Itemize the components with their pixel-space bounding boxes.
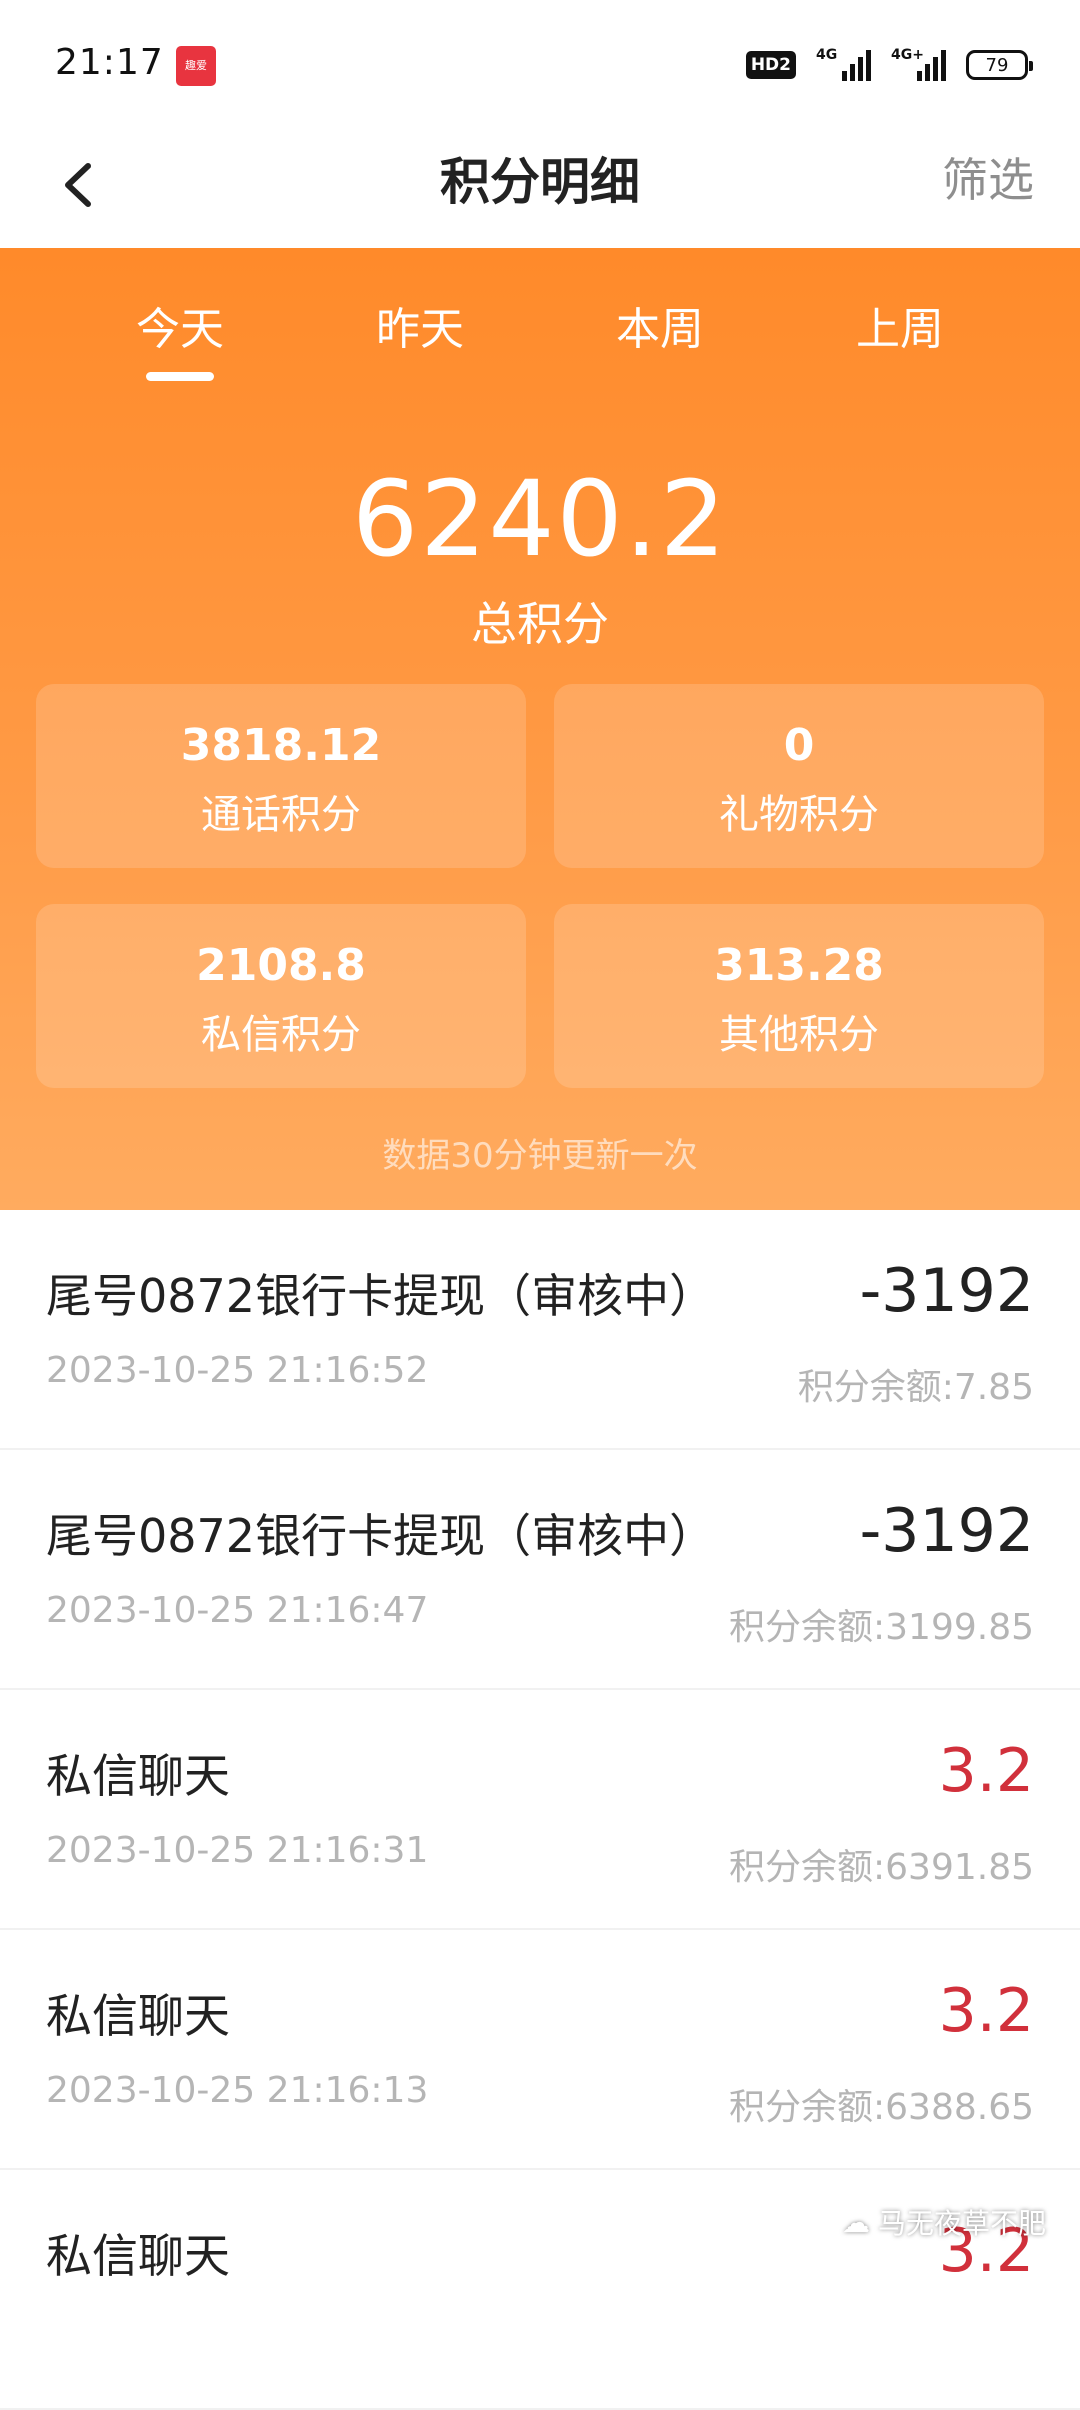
- record-amount: -3192: [860, 1256, 1034, 1326]
- update-note: 数据30分钟更新一次: [0, 1128, 1080, 1177]
- record-balance: 积分余额:6391.85: [729, 1838, 1034, 1890]
- total-points-value: 6240.2: [0, 458, 1080, 580]
- call-points-label: 通话积分: [36, 782, 526, 840]
- status-time: 21:17: [55, 42, 164, 83]
- record-amount: -3192: [860, 1496, 1034, 1566]
- signal-label: 4G: [816, 47, 837, 63]
- nav-bar: 积分明细 筛选: [0, 130, 1080, 248]
- record-time: 2023-10-25 21:16:13: [46, 2070, 428, 2111]
- record-title: 私信聊天: [46, 2220, 230, 2286]
- list-item[interactable]: 私信聊天 3.2 2023-10-25 21:16:13 积分余额:6388.6…: [0, 1930, 1080, 2170]
- list-item[interactable]: 私信聊天 3.2 2023-10-25 21:16:31 积分余额:6391.8…: [0, 1690, 1080, 1930]
- gift-points-card[interactable]: 0 礼物积分: [554, 684, 1044, 868]
- signal-icon: 4G: [816, 49, 871, 81]
- battery-level: 79: [986, 55, 1009, 76]
- message-points-card[interactable]: 2108.8 私信积分: [36, 904, 526, 1088]
- record-time: 2023-10-25 21:16:31: [46, 1830, 428, 1871]
- tab-today[interactable]: 今天: [80, 293, 280, 383]
- record-amount: 3.2: [939, 1976, 1034, 2046]
- record-title: 私信聊天: [46, 1740, 230, 1806]
- tab-last-week[interactable]: 上周: [800, 293, 1000, 383]
- battery-icon: 79: [966, 50, 1028, 80]
- tab-yesterday[interactable]: 昨天: [320, 293, 520, 383]
- other-points-card[interactable]: 313.28 其他积分: [554, 904, 1044, 1088]
- signal-icon-secondary: 4G+: [891, 49, 946, 81]
- period-tabs: 今天 昨天 本周 上周: [0, 293, 1080, 383]
- list-item[interactable]: 尾号0872银行卡提现（审核中） -3192 2023-10-25 21:16:…: [0, 1450, 1080, 1690]
- hd-voice-icon: HD2: [746, 51, 796, 79]
- filter-button[interactable]: 筛选: [942, 144, 1034, 210]
- record-time: 2023-10-25 21:16:52: [46, 1350, 428, 1391]
- record-title: 尾号0872银行卡提现（审核中）: [46, 1260, 715, 1326]
- total-points-label: 总积分: [0, 588, 1080, 654]
- call-points-card[interactable]: 3818.12 通话积分: [36, 684, 526, 868]
- wechat-icon: ☁: [842, 2206, 870, 2239]
- points-summary-panel: 今天 昨天 本周 上周 6240.2 总积分 3818.12 通话积分 0 礼物…: [0, 248, 1080, 1210]
- app-badge-text: 趣爱: [185, 60, 207, 72]
- other-points-value: 313.28: [554, 940, 1044, 991]
- gift-points-value: 0: [554, 720, 1044, 771]
- record-balance: 积分余额:7.85: [798, 1358, 1034, 1410]
- tab-this-week[interactable]: 本周: [560, 293, 760, 383]
- other-points-label: 其他积分: [554, 1002, 1044, 1060]
- message-points-label: 私信积分: [36, 1002, 526, 1060]
- status-bar: 21:17 趣爱 HD2 4G 4G+ 79: [0, 0, 1080, 130]
- record-balance: 积分余额:6388.65: [729, 2078, 1034, 2130]
- record-balance: 积分余额:3199.85: [729, 1598, 1034, 1650]
- message-points-value: 2108.8: [36, 940, 526, 991]
- signal-label-secondary: 4G+: [891, 47, 924, 63]
- call-points-value: 3818.12: [36, 720, 526, 771]
- gift-points-label: 礼物积分: [554, 782, 1044, 840]
- app-notification-icon: 趣爱: [176, 46, 216, 86]
- watermark-text: 马无夜草不肥: [878, 2202, 1046, 2242]
- page-title: 积分明细: [0, 142, 1080, 214]
- record-title: 尾号0872银行卡提现（审核中）: [46, 1500, 715, 1566]
- status-icons: HD2 4G 4G+ 79: [746, 48, 1028, 82]
- list-item[interactable]: 尾号0872银行卡提现（审核中） -3192 2023-10-25 21:16:…: [0, 1210, 1080, 1450]
- watermark: ☁ 马无夜草不肥: [842, 2202, 1046, 2242]
- record-time: 2023-10-25 21:16:47: [46, 1590, 428, 1631]
- record-title: 私信聊天: [46, 1980, 230, 2046]
- record-amount: 3.2: [939, 1736, 1034, 1806]
